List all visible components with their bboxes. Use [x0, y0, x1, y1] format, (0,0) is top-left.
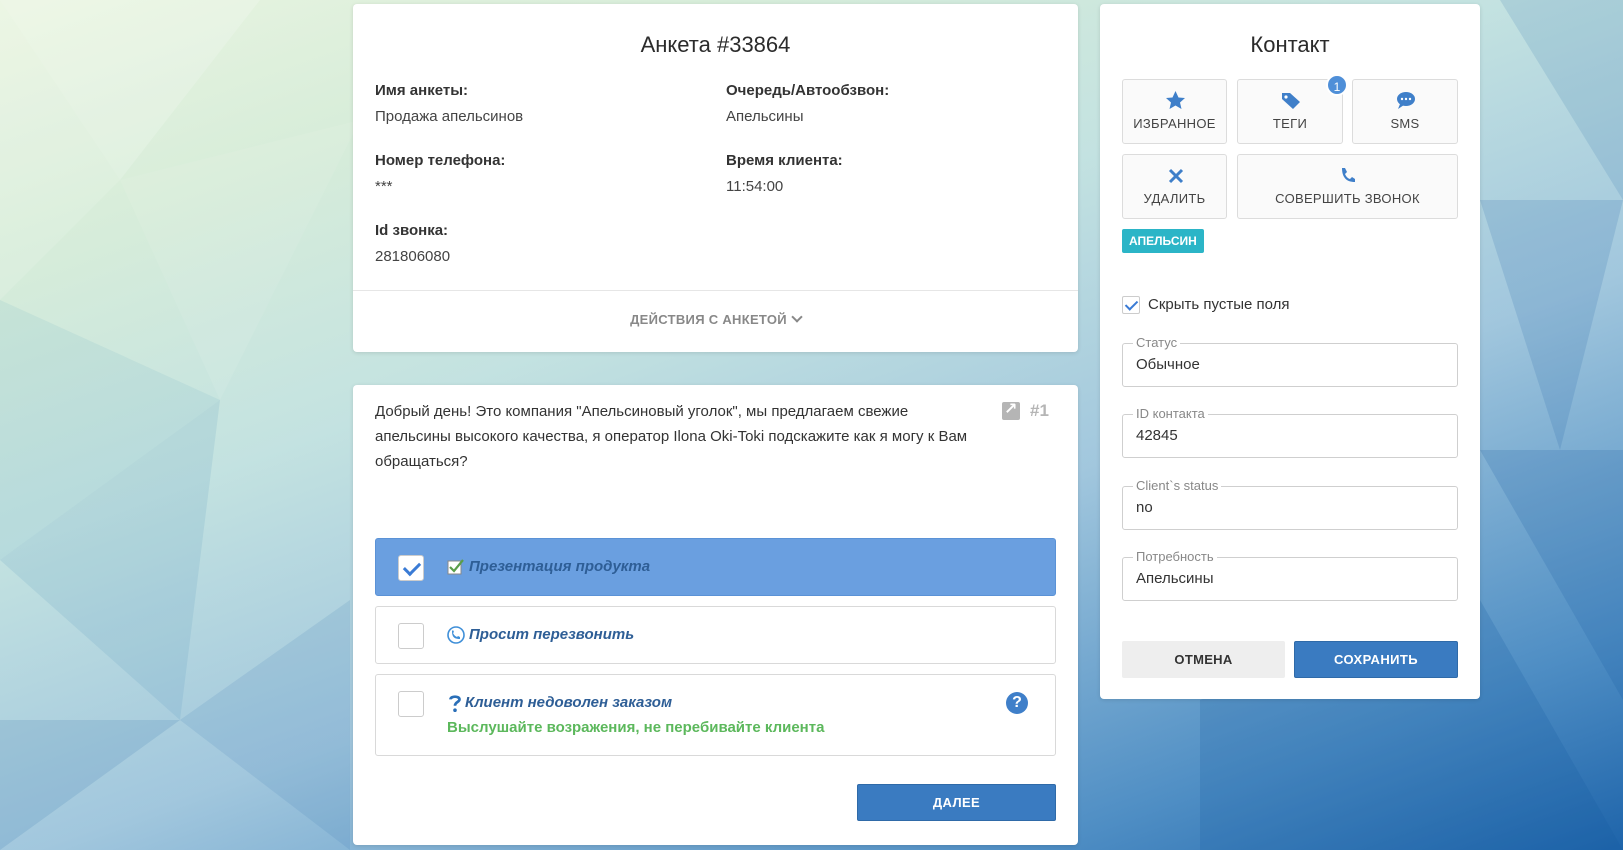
option-label: Просит перезвонить	[469, 626, 635, 643]
field-label: Время клиента:	[726, 152, 843, 169]
field-label: Client`s status	[1133, 478, 1222, 493]
hide-empty-checkbox[interactable]	[1122, 296, 1140, 315]
contact-id-field[interactable]: ID контакта 42845	[1122, 406, 1458, 458]
checklist-icon	[447, 559, 464, 575]
help-icon[interactable]: ?	[1006, 692, 1028, 714]
field-value[interactable]: Обычное	[1136, 356, 1200, 373]
queue-field: Очередь/Автообзвон: Апельсины	[726, 82, 889, 125]
status-field[interactable]: Статус Обычное	[1122, 335, 1458, 387]
field-label: ID контакта	[1133, 406, 1208, 421]
tag-chip[interactable]: АПЕЛЬСИН	[1122, 229, 1204, 253]
question-icon	[449, 695, 461, 712]
tags-count-badge: 1	[1326, 74, 1348, 96]
phone-icon	[1342, 168, 1355, 182]
option-checkbox[interactable]	[398, 555, 424, 581]
option-client-unhappy[interactable]: Клиент недоволен заказом Выслушайте возр…	[375, 674, 1056, 756]
phone-field: Номер телефона: ***	[375, 152, 505, 195]
anketa-card: Анкета #33864 Имя анкеты: Продажа апельс…	[353, 4, 1078, 352]
field-value[interactable]: Апельсины	[1136, 570, 1213, 587]
field-label: Потребность	[1133, 549, 1217, 564]
close-icon	[1168, 168, 1184, 184]
phone-callback-icon	[447, 626, 465, 644]
tile-label: ТЕГИ	[1272, 116, 1308, 131]
option-callback-request[interactable]: Просит перезвонить	[375, 606, 1056, 664]
cancel-button[interactable]: ОТМЕНА	[1122, 641, 1285, 678]
tile-label: УДАЛИТЬ	[1143, 191, 1206, 206]
field-value[interactable]: 42845	[1136, 427, 1178, 444]
option-hint: Выслушайте возражения, не перебивайте кл…	[447, 719, 825, 736]
actions-label: ДЕЙСТВИЯ С АНКЕТОЙ	[630, 312, 787, 327]
popout-icon[interactable]	[1002, 399, 1020, 420]
field-label: Номер телефона:	[375, 152, 506, 169]
call-id-field: Id звонка: 281806080	[375, 222, 450, 265]
client-status-field[interactable]: Client`s status no	[1122, 478, 1458, 530]
field-value: Продажа апельсинов	[375, 108, 524, 125]
tile-label: SMS	[1390, 116, 1420, 131]
option-checkbox[interactable]	[398, 691, 424, 717]
script-step-number: #1	[1030, 401, 1049, 420]
option-label: Презентация продукта	[469, 558, 651, 575]
next-button[interactable]: ДАЛЕЕ	[857, 784, 1056, 821]
field-label: Имя анкеты:	[375, 82, 469, 99]
field-value: 281806080	[375, 248, 451, 265]
need-field[interactable]: Потребность Апельсины	[1122, 549, 1458, 601]
option-product-presentation[interactable]: Презентация продукта	[375, 538, 1056, 596]
favorite-button[interactable]: ИЗБРАННОЕ	[1122, 79, 1227, 144]
anketa-actions-toggle[interactable]: ДЕЙСТВИЯ С АНКЕТОЙ	[353, 311, 1078, 327]
option-label: Клиент недоволен заказом	[465, 694, 673, 711]
save-button[interactable]: СОХРАНИТЬ	[1294, 641, 1458, 678]
chevron-down-icon	[791, 311, 803, 323]
contact-title: Контакт	[1250, 32, 1330, 57]
script-card: Добрый день! Это компания "Апельсиновый …	[353, 385, 1078, 845]
option-checkbox[interactable]	[398, 623, 424, 649]
contact-card: Контакт ИЗБРАННОЕ ТЕГИ SMS УДАЛИТЬ СОВЕР…	[1100, 4, 1480, 699]
field-label: Очередь/Автообзвон:	[726, 82, 890, 99]
field-value[interactable]: no	[1136, 499, 1153, 516]
client-time-field: Время клиента: 11:54:00	[726, 152, 843, 195]
field-value: 11:54:00	[726, 178, 784, 195]
anketa-name-field: Имя анкеты: Продажа апельсинов	[375, 82, 523, 125]
field-label: Статус	[1133, 335, 1181, 350]
tags-icon	[1282, 93, 1300, 109]
field-value: Апельсины	[726, 108, 804, 125]
delete-button[interactable]: УДАЛИТЬ	[1122, 154, 1227, 219]
hide-empty-toggle[interactable]: Скрыть пустые поля	[1122, 296, 1290, 315]
chat-bubble-icon	[1397, 92, 1415, 109]
sms-button[interactable]: SMS	[1352, 79, 1458, 144]
field-label: Id звонка:	[375, 222, 449, 239]
anketa-title: Анкета #33864	[640, 32, 791, 57]
tile-label: СОВЕРШИТЬ ЗВОНОК	[1275, 191, 1420, 206]
script-text: Добрый день! Это компания "Апельсиновый …	[375, 403, 968, 470]
divider	[353, 290, 1078, 291]
make-call-button[interactable]: СОВЕРШИТЬ ЗВОНОК	[1237, 154, 1458, 219]
star-icon	[1166, 91, 1185, 109]
tile-label: ИЗБРАННОЕ	[1133, 116, 1216, 131]
hide-empty-label: Скрыть пустые поля	[1148, 296, 1290, 313]
field-value: ***	[375, 178, 393, 195]
